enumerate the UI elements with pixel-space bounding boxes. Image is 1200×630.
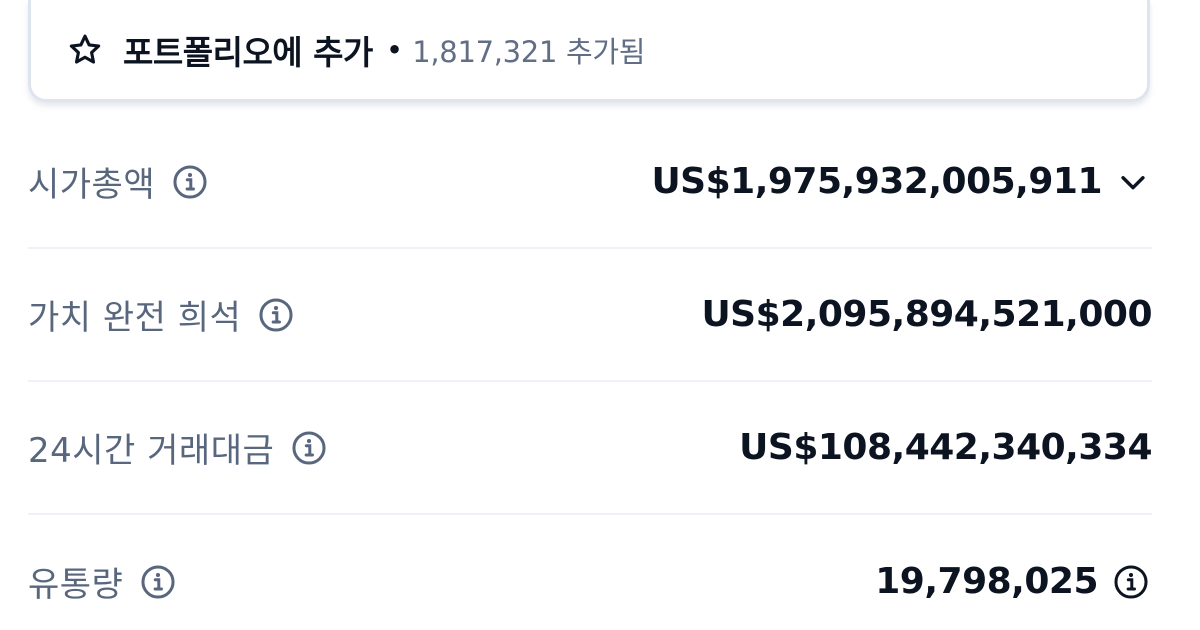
stat-row-circulating-supply: 유통량 19,798,025 <box>28 515 1152 630</box>
info-icon[interactable] <box>139 562 179 602</box>
portfolio-title: 포트폴리오에 추가 <box>123 32 373 72</box>
stat-value: US$1,975,932,005,911 <box>651 161 1102 202</box>
info-icon[interactable] <box>257 295 297 335</box>
stat-label: 시가총액 <box>28 165 156 205</box>
stat-label: 가치 완전 희석 <box>28 298 242 338</box>
info-icon[interactable] <box>1112 562 1152 602</box>
info-icon[interactable] <box>290 428 330 468</box>
stat-label: 24시간 거래대금 <box>28 431 275 471</box>
stat-row-24h-volume: 24시간 거래대금 US$108,442,340,334 <box>28 382 1152 515</box>
stat-value: US$108,442,340,334 <box>739 427 1152 468</box>
stats-list: 시가총액 US$1,975,932,005,911 가치 완전 희석 US$2,… <box>28 116 1152 630</box>
stat-value: US$2,095,894,521,000 <box>701 294 1152 335</box>
stat-row-market-cap: 시가총액 US$1,975,932,005,911 <box>28 116 1152 249</box>
chevron-down-icon[interactable] <box>1116 164 1152 200</box>
stat-value: 19,798,025 <box>875 561 1098 602</box>
stat-row-fully-diluted: 가치 완전 희석 US$2,095,894,521,000 <box>28 249 1152 382</box>
separator-dot: • <box>386 35 403 64</box>
info-icon[interactable] <box>171 162 211 202</box>
stat-label: 유통량 <box>28 565 124 605</box>
star-icon <box>67 31 105 69</box>
add-to-portfolio-button[interactable]: 포트폴리오에 추가 • 1,817,321 추가됨 <box>28 0 1150 102</box>
portfolio-count: 1,817,321 추가됨 <box>412 34 646 69</box>
